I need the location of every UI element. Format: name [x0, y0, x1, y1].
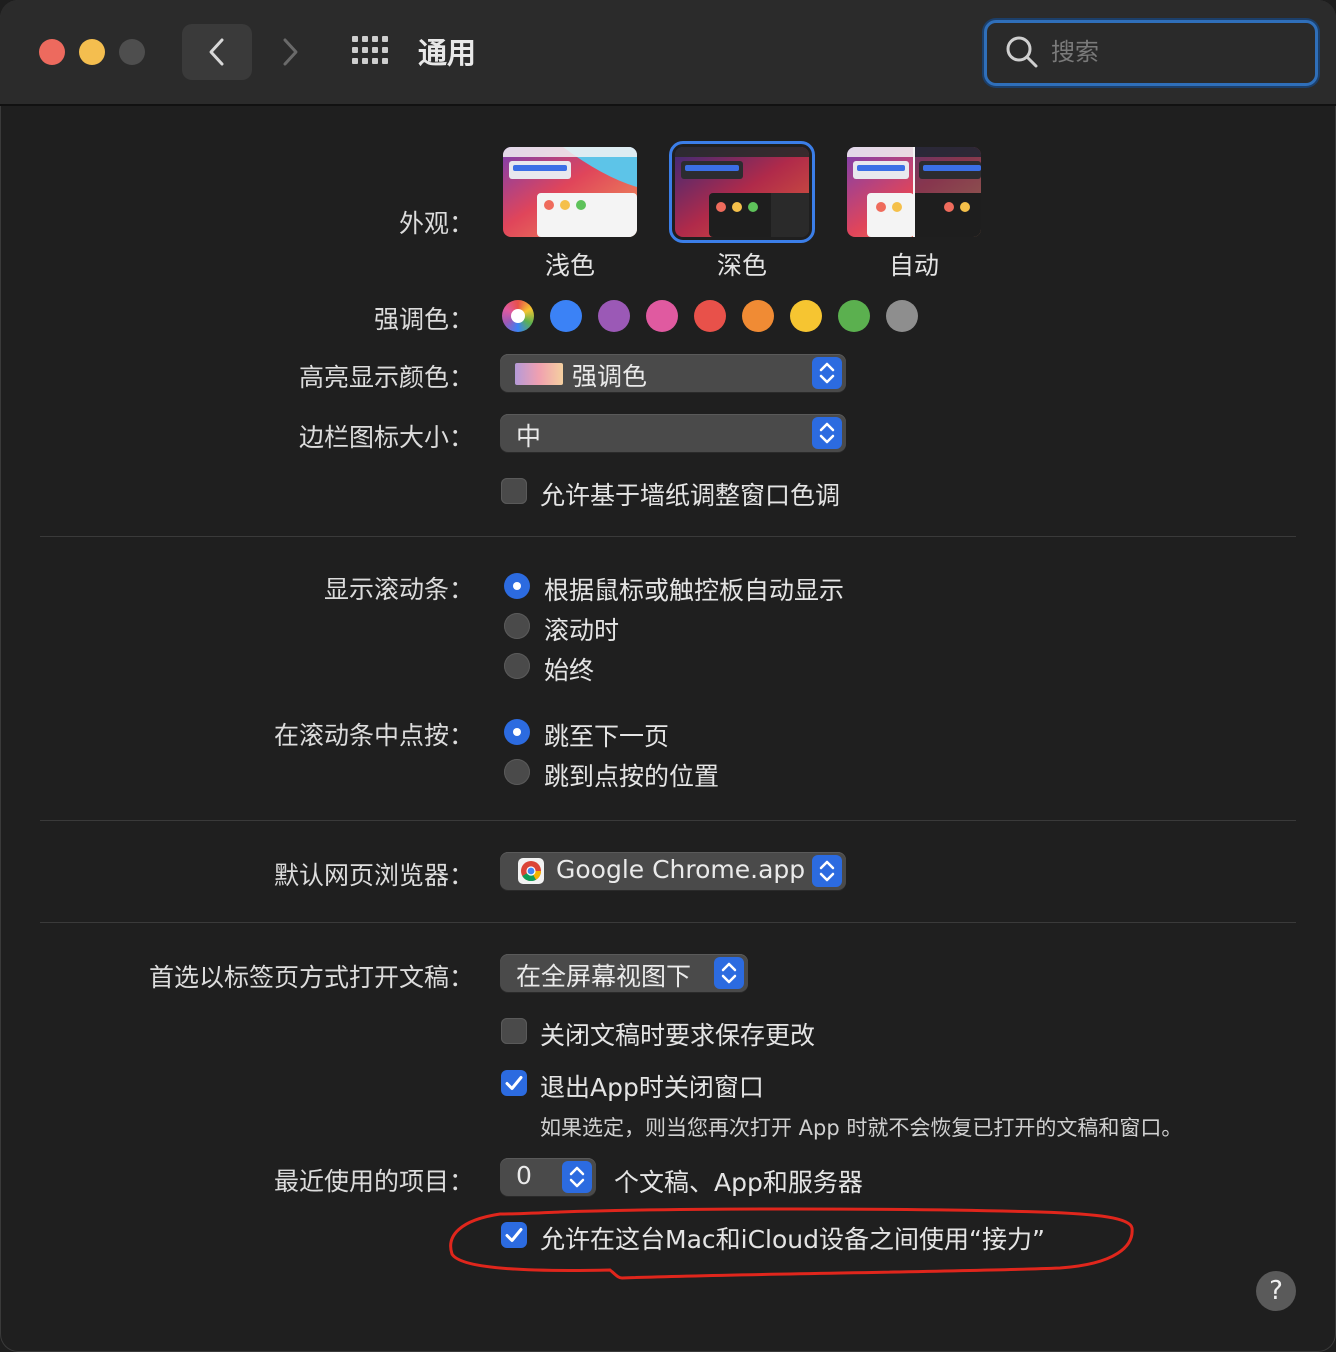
scrollbars-always-label: 始终: [544, 656, 595, 685]
accent-color-label: 强调色：: [373, 305, 474, 334]
appearance-auto-thumbnail[interactable]: [847, 147, 981, 237]
prefer-tabs-value: 在全屏幕视图下: [516, 962, 692, 991]
zoom-window-button[interactable]: [119, 39, 145, 65]
appearance-dark-thumbnail[interactable]: [669, 141, 815, 243]
ask-save-label: 关闭文稿时要求保存更改: [540, 1021, 816, 1050]
divider: [40, 820, 1296, 821]
titlebar: 通用: [0, 0, 1336, 106]
scrollbars-when-scrolling-label: 滚动时: [544, 616, 620, 645]
highlight-color-label: 高亮显示颜色：: [298, 363, 474, 392]
chevron-right-icon: [283, 38, 298, 66]
ask-save-checkbox[interactable]: [501, 1018, 527, 1044]
popup-stepper: [812, 417, 842, 449]
scrollbars-auto-label: 根据鼠标或触控板自动显示: [544, 576, 845, 605]
accent-purple-swatch[interactable]: [598, 300, 630, 332]
appearance-light-label: 浅色: [544, 251, 595, 280]
up-down-chevron-icon: [569, 1166, 585, 1188]
up-down-chevron-icon: [819, 860, 835, 882]
popup-stepper: [714, 957, 744, 989]
scrollbars-auto-radio[interactable]: [504, 573, 530, 599]
jump-clicked-spot-label: 跳到点按的位置: [544, 762, 720, 791]
multicolor-center-dot: [511, 309, 525, 323]
accent-yellow-swatch[interactable]: [790, 300, 822, 332]
prefer-tabs-label: 首选以标签页方式打开文稿：: [148, 963, 474, 992]
minimize-window-button[interactable]: [79, 39, 105, 65]
jump-next-page-label: 跳至下一页: [544, 722, 670, 751]
highlight-color-popup[interactable]: 强调色: [500, 354, 846, 392]
recent-items-popup[interactable]: 0: [500, 1158, 596, 1196]
auto-appearance-preview: [847, 147, 981, 237]
scrollbars-always-radio[interactable]: [504, 653, 530, 679]
chevron-left-icon: [209, 38, 224, 66]
up-down-chevron-icon: [721, 962, 737, 984]
accent-orange-swatch[interactable]: [742, 300, 774, 332]
click-scrollbar-label: 在滚动条中点按：: [273, 721, 474, 750]
recent-items-label: 最近使用的项目：: [273, 1167, 474, 1196]
accent-pink-swatch[interactable]: [646, 300, 678, 332]
default-browser-value: Google Chrome.app: [556, 855, 806, 884]
accent-red-swatch[interactable]: [694, 300, 726, 332]
close-window-button[interactable]: [39, 39, 65, 65]
dark-appearance-preview: [675, 147, 809, 237]
accent-graphite-swatch[interactable]: [886, 300, 918, 332]
red-annotation-ellipse: [449, 1207, 1134, 1280]
recent-items-suffix: 个文稿、App和服务器: [614, 1168, 863, 1197]
accent-green-swatch[interactable]: [838, 300, 870, 332]
chrome-icon: [518, 858, 544, 884]
checkmark-icon: [505, 1076, 523, 1090]
close-windows-note: 如果选定，则当您再次打开 App 时就不会恢复已打开的文稿和窗口。: [540, 1116, 1183, 1140]
jump-next-page-radio[interactable]: [504, 719, 530, 745]
up-down-chevron-icon: [819, 422, 835, 444]
appearance-light-thumbnail[interactable]: [503, 147, 637, 237]
highlight-color-value: 强调色: [572, 362, 648, 391]
appearance-label: 外观：: [398, 209, 474, 238]
help-button[interactable]: ?: [1256, 1271, 1296, 1311]
popup-stepper: [812, 357, 842, 389]
forward-button[interactable]: [262, 24, 318, 80]
wallpaper-tint-label: 允许基于墙纸调整窗口色调: [540, 481, 841, 510]
light-appearance-preview: [503, 147, 637, 237]
sidebar-icon-size-popup[interactable]: 中: [500, 414, 846, 452]
close-windows-checkbox[interactable]: [501, 1070, 527, 1096]
show-scrollbars-label: 显示滚动条：: [323, 575, 474, 604]
appearance-auto-label: 自动: [888, 251, 939, 280]
scrollbars-when-scrolling-radio[interactable]: [504, 613, 530, 639]
accent-multicolor-swatch[interactable]: [502, 300, 534, 332]
wallpaper-tint-checkbox[interactable]: [501, 478, 527, 504]
divider: [40, 922, 1296, 923]
show-all-grid-icon[interactable]: [352, 36, 390, 66]
sidebar-icon-size-label: 边栏图标大小：: [298, 423, 474, 452]
window-title: 通用: [418, 36, 477, 70]
default-browser-popup[interactable]: Google Chrome.app: [500, 852, 846, 890]
divider: [40, 536, 1296, 537]
accent-blue-swatch[interactable]: [550, 300, 582, 332]
appearance-dark-label: 深色: [716, 251, 767, 280]
default-browser-label: 默认网页浏览器：: [273, 861, 474, 890]
recent-items-value: 0: [516, 1161, 532, 1190]
jump-clicked-spot-radio[interactable]: [504, 759, 530, 785]
system-preferences-window: 通用 外观：: [0, 0, 1336, 1352]
popup-stepper: [812, 855, 842, 887]
search-icon: [1006, 36, 1038, 68]
popup-stepper: [562, 1161, 592, 1193]
sidebar-icon-size-value: 中: [516, 422, 542, 451]
highlight-color-swatch: [515, 363, 563, 385]
up-down-chevron-icon: [819, 362, 835, 384]
back-button[interactable]: [182, 24, 252, 80]
search-input[interactable]: [1049, 33, 1303, 71]
close-windows-label: 退出App时关闭窗口: [540, 1073, 764, 1102]
search-field[interactable]: [984, 20, 1318, 86]
prefer-tabs-popup[interactable]: 在全屏幕视图下: [500, 954, 748, 992]
